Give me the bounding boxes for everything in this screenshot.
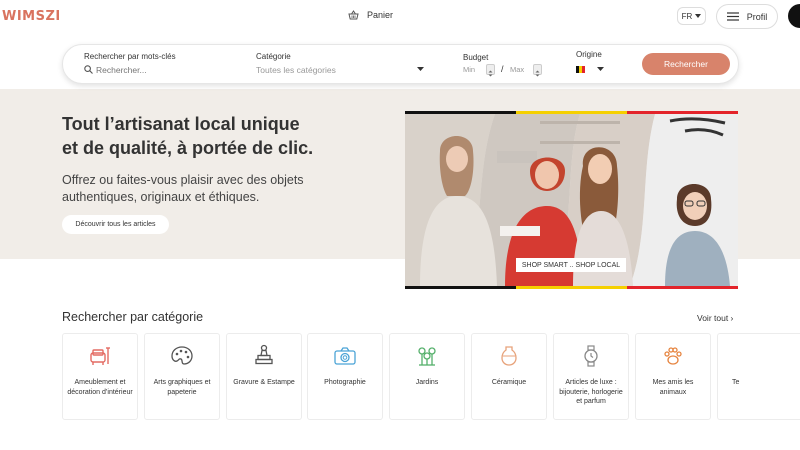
category-label: Jardins (415, 379, 439, 386)
hero-subline-line2: authentiques, originaux et éthiques. (62, 190, 260, 204)
chevron-down-icon[interactable] (597, 67, 604, 71)
profile-button[interactable]: Profil (716, 4, 778, 29)
category-card-gardens[interactable]: Jardins (389, 333, 465, 420)
category-label: Mes amis les animaux (652, 379, 694, 396)
budget-min-stepper[interactable] (486, 64, 495, 77)
category-label: Articles de luxe : bijouterie, horlogeri… (559, 379, 623, 405)
budget-separator: / (501, 64, 504, 74)
budget-max-input[interactable]: Max (510, 65, 524, 74)
cart-link[interactable]: Panier (348, 10, 393, 20)
category-card-animals[interactable]: Mes amis les animaux (635, 333, 711, 420)
basket-icon (348, 10, 359, 20)
menu-icon (726, 12, 739, 21)
stepper-arrows-icon (535, 70, 540, 77)
furniture-icon (63, 344, 137, 368)
search-icon (84, 65, 93, 74)
chevron-down-icon[interactable] (417, 67, 424, 71)
category-card-photography[interactable]: Photographie (307, 333, 383, 420)
photo-badge: SHOP SMART .. SHOP LOCAL (516, 258, 626, 272)
category-card-engraving[interactable]: Gravure & Estampe (226, 333, 302, 420)
budget-label: Budget (463, 53, 489, 62)
category-select[interactable]: Toutes les catégories (256, 65, 336, 75)
hero-headline-line1: Tout l’artisanat local unique (62, 114, 300, 134)
brand-logo[interactable]: WIMSZI (2, 9, 61, 24)
cart-label: Panier (367, 10, 394, 20)
budget-min-input[interactable]: Min (463, 65, 475, 74)
hero-subline-line1: Offrez ou faites-vous plaisir avec des o… (62, 173, 304, 187)
category-label: Gravure & Estampe (233, 379, 295, 386)
paw-icon (636, 344, 710, 368)
category-card-furniture[interactable]: Ameublement et décoration d’intérieur (62, 333, 138, 420)
category-label: Catégorie (256, 52, 291, 61)
category-label: Te (732, 379, 740, 386)
chevron-down-icon (695, 14, 702, 18)
camera-icon (308, 344, 382, 368)
avatar[interactable] (788, 4, 800, 28)
category-card-ceramics[interactable]: Céramique (471, 333, 547, 420)
stamp-icon (227, 344, 301, 368)
flowers-icon (390, 344, 464, 368)
hero-headline: Tout l’artisanat local unique et de qual… (62, 112, 392, 160)
profile-label: Profil (746, 11, 768, 22)
keywords-label: Rechercher par mots-clés (84, 52, 176, 61)
category-card-graphic-arts[interactable]: Arts graphiques et papeterie (144, 333, 220, 420)
budget-max-stepper[interactable] (533, 64, 542, 77)
stepper-arrows-icon (488, 70, 493, 77)
category-card-luxury[interactable]: Articles de luxe : bijouterie, horlogeri… (553, 333, 629, 420)
palette-icon (145, 344, 219, 368)
category-card-partial[interactable]: Te (717, 333, 800, 420)
language-select[interactable]: FR (677, 7, 706, 25)
see-all-link[interactable]: Voir tout › (697, 313, 733, 323)
category-label: Ameublement et décoration d’intérieur (67, 379, 133, 396)
belgium-flag-icon[interactable] (576, 66, 585, 73)
keywords-input[interactable] (96, 63, 236, 76)
hero-subline: Offrez ou faites-vous plaisir avec des o… (62, 172, 362, 206)
categories-title: Rechercher par catégorie (62, 310, 204, 324)
category-label: Céramique (491, 379, 527, 386)
language-label: FR (681, 11, 693, 21)
search-button[interactable]: Rechercher (642, 53, 730, 75)
hero-headline-line2: et de qualité, à portée de clic. (62, 138, 314, 158)
category-label: Arts graphiques et papeterie (153, 379, 211, 396)
category-label: Photographie (324, 379, 366, 386)
watch-icon (554, 344, 628, 368)
discover-all-button[interactable]: Découvrir tous les articles (62, 215, 169, 234)
top-bar: WIMSZI Panier FR Profil (0, 0, 800, 36)
vase-icon (472, 344, 546, 368)
origin-label: Origine (576, 50, 602, 59)
